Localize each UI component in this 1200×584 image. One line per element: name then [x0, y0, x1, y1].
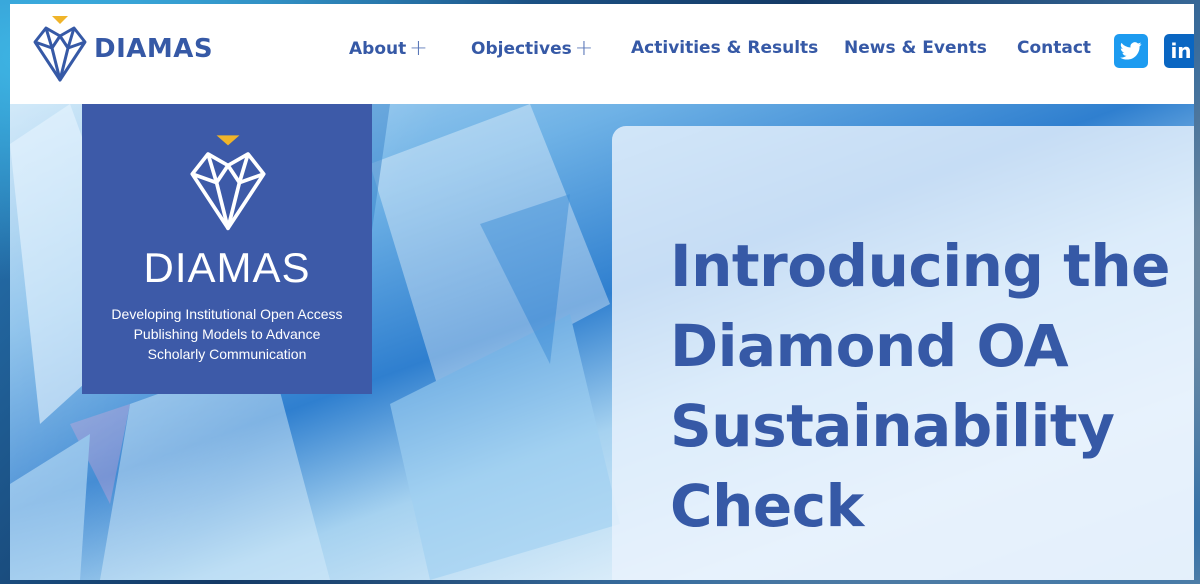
- twitter-icon: [1120, 42, 1142, 60]
- brand-subtitle-line: Developing Institutional Open Access: [111, 306, 343, 322]
- nav-activities-results[interactable]: Activities & Results: [631, 38, 818, 58]
- nav-objectives[interactable]: Objectives +: [471, 38, 593, 60]
- nav-label: Contact: [1017, 38, 1092, 58]
- main-nav: About + Objectives + Activities & Result…: [10, 38, 1194, 68]
- headline-line: Sustainability: [670, 392, 1115, 460]
- nav-contact[interactable]: Contact: [1017, 38, 1091, 58]
- nav-about[interactable]: About +: [349, 38, 428, 60]
- website: DIAMAS About + Objectives + Activities &…: [10, 4, 1194, 580]
- nav-news-events[interactable]: News & Events: [844, 38, 987, 58]
- headline-panel: Introducing the Diamond OA Sustainabilit…: [612, 126, 1194, 580]
- brand-subtitle: Developing Institutional Open Access Pub…: [82, 304, 372, 364]
- nav-label: Activities & Results: [631, 38, 819, 58]
- nav-label: About: [349, 39, 407, 59]
- hero-banner: DIAMAS Developing Institutional Open Acc…: [10, 104, 1194, 580]
- linkedin-icon: in: [1170, 39, 1192, 63]
- expand-plus-icon: +: [409, 36, 428, 61]
- linkedin-link[interactable]: in: [1164, 34, 1194, 68]
- brand-card: DIAMAS Developing Institutional Open Acc…: [82, 104, 372, 394]
- brand-subtitle-line: Scholarly Communication: [147, 346, 307, 362]
- nav-label: News & Events: [844, 38, 987, 58]
- headline-line: Check: [670, 472, 864, 540]
- site-header: DIAMAS About + Objectives + Activities &…: [10, 4, 1194, 104]
- diamond-heart-logo-icon: [190, 135, 266, 231]
- nav-label: Objectives: [471, 39, 572, 59]
- twitter-link[interactable]: [1114, 34, 1148, 68]
- hero-headline: Introducing the Diamond OA Sustainabilit…: [670, 226, 1190, 546]
- expand-plus-icon: +: [574, 36, 594, 61]
- brand-title: DIAMAS: [143, 244, 311, 291]
- headline-line: Diamond OA: [670, 312, 1069, 380]
- headline-line: Introducing the: [670, 232, 1170, 300]
- brand-subtitle-line: Publishing Models to Advance: [133, 326, 321, 342]
